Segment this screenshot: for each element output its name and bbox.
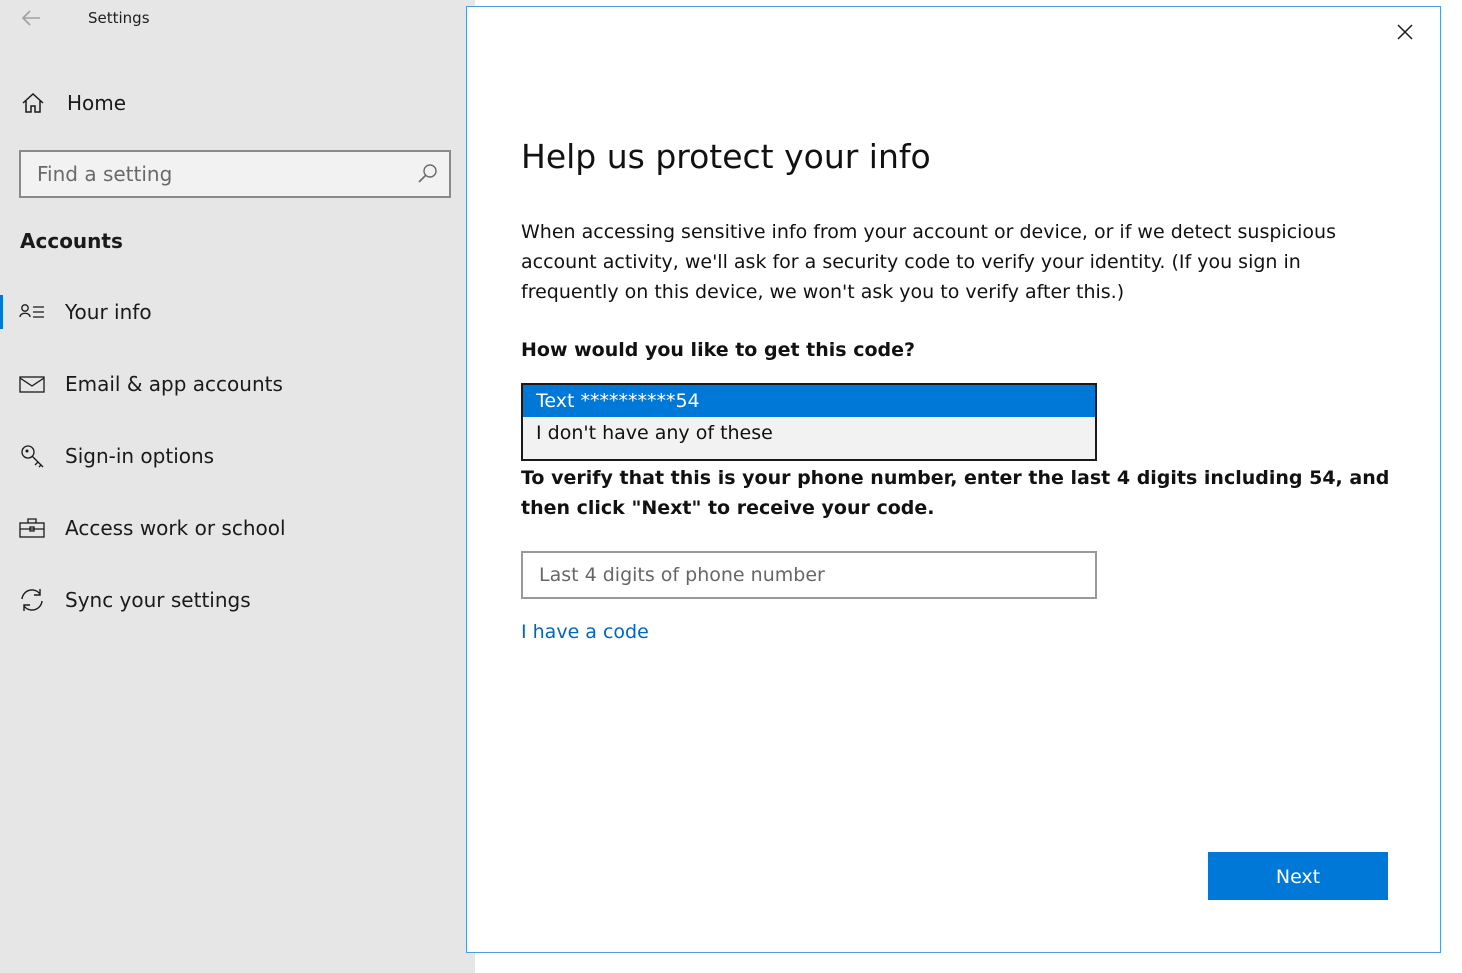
sidebar-item-email[interactable]: Email & app accounts xyxy=(0,364,475,404)
sidebar-item-work-school[interactable]: Access work or school xyxy=(0,508,475,548)
phone-digits-input[interactable] xyxy=(523,553,1095,597)
sidebar-item-sign-in[interactable]: Sign-in options xyxy=(0,436,475,476)
person-list-icon xyxy=(19,299,45,325)
window-title: Settings xyxy=(88,9,150,27)
verify-identity-dialog: Help us protect your info When accessing… xyxy=(466,6,1441,953)
sidebar-item-label: Your info xyxy=(65,300,152,324)
sidebar-item-label: Sign-in options xyxy=(65,444,215,468)
sync-icon xyxy=(19,587,45,613)
dialog-description: When accessing sensitive info from your … xyxy=(521,221,1336,303)
key-icon xyxy=(19,443,45,469)
have-code-link[interactable]: I have a code xyxy=(521,621,649,643)
search-icon[interactable] xyxy=(417,163,439,185)
search-box[interactable] xyxy=(19,150,451,198)
sidebar-item-label: Access work or school xyxy=(65,516,286,540)
home-label: Home xyxy=(67,91,127,115)
home-icon xyxy=(20,90,46,116)
code-option-none[interactable]: I don't have any of these xyxy=(523,417,1095,449)
mail-icon xyxy=(19,371,45,397)
sidebar-item-label: Email & app accounts xyxy=(65,372,283,396)
sidebar-item-sync[interactable]: Sync your settings xyxy=(0,580,475,620)
close-icon[interactable] xyxy=(1392,19,1418,45)
settings-sidebar: Settings Home Accounts Your info Email &… xyxy=(0,0,475,973)
selection-indicator xyxy=(0,295,3,329)
search-input[interactable] xyxy=(21,152,417,196)
back-arrow-icon[interactable] xyxy=(20,8,42,28)
home-nav-item[interactable]: Home xyxy=(20,88,126,118)
phone-digits-field[interactable] xyxy=(521,551,1097,599)
next-button[interactable]: Next xyxy=(1208,852,1388,900)
accounts-heading: Accounts xyxy=(20,229,123,253)
code-method-question: How would you like to get this code? xyxy=(521,339,916,361)
code-option-text[interactable]: Text **********54 xyxy=(523,385,1095,417)
briefcase-icon xyxy=(19,515,45,541)
code-method-listbox[interactable]: Text **********54 I don't have any of th… xyxy=(521,383,1097,461)
sidebar-item-your-info[interactable]: Your info xyxy=(0,292,475,332)
sidebar-item-label: Sync your settings xyxy=(65,588,251,612)
dialog-title: Help us protect your info xyxy=(521,137,931,176)
verify-instructions: To verify that this is your phone number… xyxy=(521,467,1390,519)
